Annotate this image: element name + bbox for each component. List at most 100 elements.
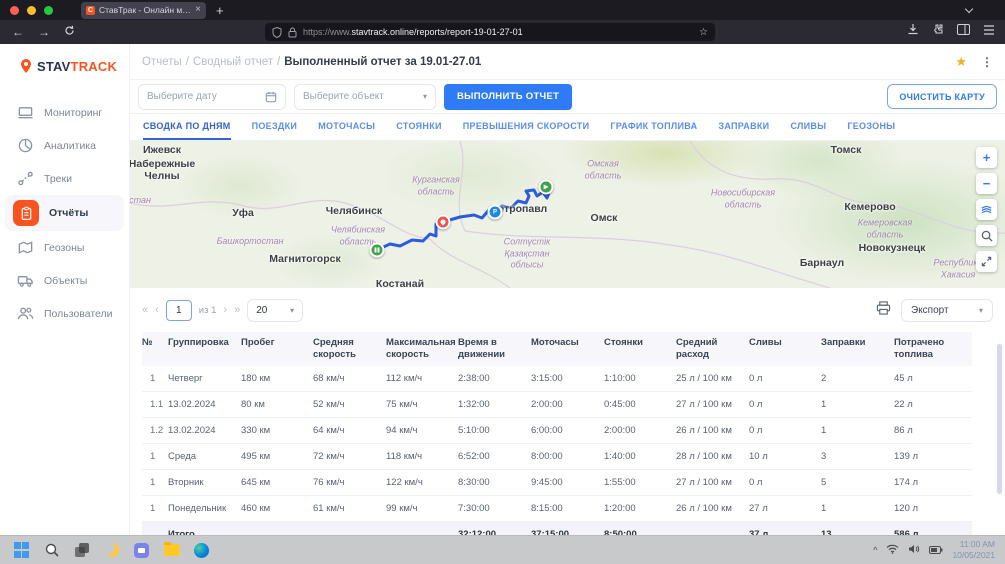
extensions-icon[interactable] <box>932 22 944 40</box>
lock-icon <box>288 27 297 38</box>
table-row: 1Четверг 180 км68 км/ч 112 км/ч2:38:00 3… <box>142 366 972 392</box>
export-select[interactable]: Экспорт ▾ <box>901 299 993 322</box>
sidebar-item-geozones[interactable]: Геозоны <box>0 231 129 264</box>
table-header-cell: Группировка <box>168 332 241 366</box>
tab-trips[interactable]: ПОЕЗДКИ <box>252 121 298 140</box>
new-tab-button[interactable]: + <box>216 3 224 18</box>
sidebar-item-analytics[interactable]: Аналитика <box>0 129 129 162</box>
table-row: 1.213.02.2024 330 км64 км/ч 94 км/ч5:10:… <box>142 417 972 443</box>
monitoring-icon <box>16 104 34 122</box>
tab-speeding[interactable]: ПРЕВЫШЕНИЯ СКОРОСТИ <box>463 121 590 140</box>
maximize-window-button[interactable] <box>44 6 53 15</box>
tab-parkings[interactable]: СТОЯНКИ <box>396 121 441 140</box>
page-number-input[interactable]: 1 <box>166 300 192 321</box>
windows-taskbar: ^ 11:00 AM 10/05/2021 <box>0 535 1005 564</box>
next-page-button[interactable]: › <box>223 304 227 316</box>
table-header-cell: Заправки <box>821 332 894 366</box>
tab-engine-hours[interactable]: МОТОЧАСЫ <box>318 121 375 140</box>
tracks-icon <box>16 170 34 188</box>
system-tray: ^ 11:00 AM 10/05/2021 <box>873 539 995 561</box>
browser-tab[interactable]: С СтавТрак - Онлайн мониторин × <box>81 2 206 19</box>
zoom-in-button[interactable]: + <box>976 147 997 168</box>
url-bar[interactable]: https://www.stavtrack.online/reports/rep… <box>265 23 715 41</box>
favorite-star-icon[interactable]: ★ <box>955 54 967 70</box>
screen: С СтавТрак - Онлайн мониторин × + ← → ht… <box>0 0 1005 564</box>
tray-expand-icon[interactable]: ^ <box>873 545 877 555</box>
table-row: 1Понедельник 460 км61 км/ч 99 км/ч7:30:0… <box>142 495 972 521</box>
users-icon <box>16 305 34 323</box>
table-header-cell: Время в движении <box>458 332 531 366</box>
reload-button[interactable] <box>64 25 75 39</box>
chevron-down-icon: ▾ <box>979 306 983 315</box>
file-explorer-icon[interactable] <box>163 542 180 559</box>
chevron-down-icon[interactable] <box>966 6 973 13</box>
sidebar-item-objects[interactable]: Объекты <box>0 264 129 297</box>
minimize-window-button[interactable] <box>27 6 36 15</box>
map-search-button[interactable] <box>976 225 997 246</box>
downloads-icon[interactable] <box>907 22 919 40</box>
sidebar-panel-icon[interactable] <box>957 22 970 40</box>
first-page-button[interactable]: « <box>142 304 148 316</box>
edge-browser-icon[interactable] <box>193 542 210 559</box>
table-header-cell: Пробег <box>241 332 313 366</box>
date-picker-field[interactable] <box>138 84 286 110</box>
table-header-cell: Стоянки <box>604 332 676 366</box>
sidebar-item-tracks[interactable]: Треки <box>0 162 129 195</box>
volume-icon[interactable] <box>908 541 920 559</box>
taskbar-search-icon[interactable] <box>43 542 60 559</box>
date-input[interactable] <box>147 91 265 102</box>
menu-icon[interactable] <box>983 22 995 40</box>
fuel-drain-marker[interactable] <box>436 215 451 230</box>
map-borders-layer <box>130 141 1005 288</box>
breadcrumb: Отчеты / Сводный отчет / Выполненный отч… <box>130 44 1005 80</box>
battery-icon[interactable] <box>929 541 943 559</box>
tab-fuel-chart[interactable]: ГРАФИК ТОПЛИВА <box>610 121 697 140</box>
sidebar-item-reports[interactable]: Отчёты <box>5 195 124 231</box>
browser-tab-title: СтавТрак - Онлайн мониторин <box>99 5 191 15</box>
table-header-cell: Моточасы <box>531 332 604 366</box>
night-mode-app-icon[interactable] <box>103 542 120 559</box>
tab-refuels[interactable]: ЗАПРАВКИ <box>718 121 769 140</box>
tab-drains[interactable]: СЛИВЫ <box>790 121 826 140</box>
taskbar-clock[interactable]: 11:00 AM 10/05/2021 <box>952 539 995 561</box>
shield-icon <box>272 27 282 38</box>
fullscreen-button[interactable] <box>976 251 997 272</box>
route-polyline <box>377 187 550 250</box>
close-tab-icon[interactable]: × <box>195 5 201 15</box>
bookmark-star-icon[interactable]: ☆ <box>699 27 708 38</box>
parking-marker[interactable]: P <box>488 205 503 220</box>
print-icon[interactable] <box>876 301 891 320</box>
object-select[interactable]: Выберите объект ▾ <box>294 84 436 110</box>
table-header-cell: Максимальная скорость <box>386 332 458 366</box>
close-window-button[interactable] <box>10 6 19 15</box>
forward-button[interactable]: → <box>38 25 50 39</box>
zoom-out-button[interactable]: − <box>976 173 997 194</box>
stavtrack-app: STAVTRACK Мониторинг Аналитика Треки От <box>0 44 1005 535</box>
tab-daily-summary[interactable]: СВОДКА ПО ДНЯМ <box>143 121 231 140</box>
layers-button[interactable] <box>976 199 997 220</box>
kebab-menu-icon[interactable]: ⋮ <box>981 55 993 69</box>
tab-geozones[interactable]: ГЕОЗОНЫ <box>847 121 895 140</box>
start-button[interactable] <box>13 542 30 559</box>
wifi-icon[interactable] <box>886 541 899 559</box>
table-header-cell: Сливы <box>749 332 821 366</box>
chevron-down-icon: ▾ <box>423 92 427 101</box>
task-view-icon[interactable] <box>73 542 90 559</box>
last-page-button[interactable]: » <box>234 304 240 316</box>
prev-page-button[interactable]: ‹ <box>155 304 159 316</box>
sidebar-item-users[interactable]: Пользователи <box>0 297 129 330</box>
geozones-icon <box>16 239 34 257</box>
breadcrumb-reports-link[interactable]: Отчеты <box>142 56 182 68</box>
table-row: 1.113.02.2024 80 км52 км/ч 75 км/ч1:32:0… <box>142 391 972 417</box>
breadcrumb-summary-link[interactable]: Сводный отчет <box>193 56 273 68</box>
back-button[interactable]: ← <box>12 25 24 39</box>
pause-marker[interactable] <box>370 243 385 258</box>
sidebar-item-monitoring[interactable]: Мониторинг <box>0 96 129 129</box>
scrollbar-thumb[interactable] <box>997 344 1002 494</box>
chat-app-icon[interactable] <box>133 542 150 559</box>
run-report-button[interactable]: ВЫПОЛНИТЬ ОТЧЕТ <box>444 84 572 110</box>
map[interactable]: Ижевск Набережные Челны Уфа Челябинск Ма… <box>130 141 1005 288</box>
start-marker[interactable]: ▶ <box>539 180 554 195</box>
page-size-select[interactable]: 20 ▾ <box>247 299 303 322</box>
clear-map-button[interactable]: ОЧИСТИТЬ КАРТУ <box>887 84 997 109</box>
